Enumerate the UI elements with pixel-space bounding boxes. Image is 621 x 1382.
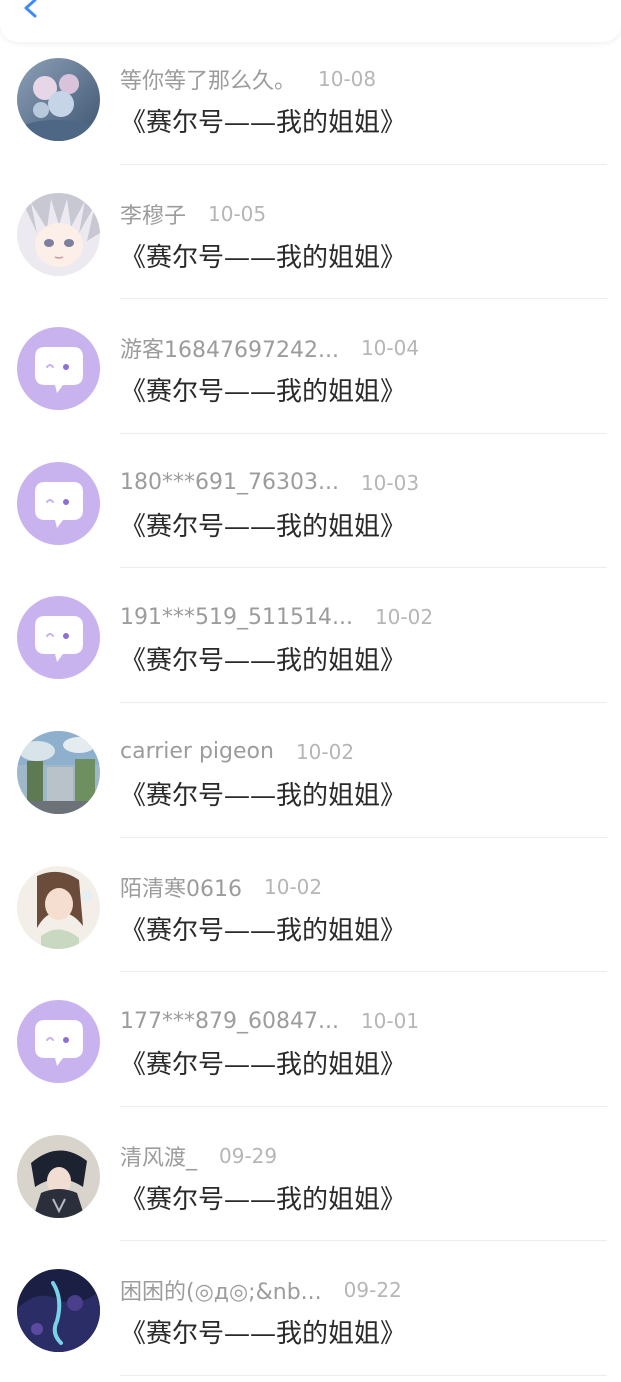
message-preview: 《赛尔号——我的姐姐》 (120, 915, 407, 946)
message-preview: 《赛尔号——我的姐姐》 (120, 377, 407, 408)
user-avatar[interactable] (17, 192, 100, 276)
sender-name: 李穆子 (120, 203, 187, 229)
message-date: 10-03 (360, 470, 420, 495)
sender-name: 177***879_60847... (120, 1008, 339, 1034)
chevron-left-icon (24, 0, 37, 18)
message-row[interactable]: 李穆子 10-05 《赛尔号——我的姐姐》 (0, 165, 621, 300)
message-row[interactable]: 177***879_60847... 10-01 《赛尔号——我的姐姐》 (0, 972, 621, 1107)
default-chat-avatar[interactable] (17, 596, 100, 680)
default-chat-avatar[interactable] (17, 461, 100, 545)
message-row[interactable]: carrier pigeon 10-02 《赛尔号——我的姐姐》 (0, 703, 621, 838)
user-avatar[interactable] (17, 865, 100, 949)
message-list: 等你等了那么久。 10-08 《赛尔号——我的姐姐》 李穆子 10-05 《赛尔… (0, 30, 621, 1376)
default-chat-avatar[interactable] (17, 1000, 100, 1084)
message-preview: 《赛尔号——我的姐姐》 (120, 646, 407, 677)
message-preview: 《赛尔号——我的姐姐》 (120, 108, 407, 138)
message-preview: 《赛尔号——我的姐姐》 (120, 780, 407, 811)
sender-name: carrier pigeon (120, 739, 274, 765)
message-date: 10-08 (318, 67, 377, 91)
message-preview: 《赛尔号——我的姐姐》 (120, 242, 407, 273)
message-row[interactable]: 困困的(◎д◎;&nb... 09-22 《赛尔号——我的姐姐》 (0, 1241, 621, 1376)
sender-name: 陌清寒0616 (120, 876, 242, 902)
user-avatar[interactable] (17, 1134, 100, 1218)
message-preview: 《赛尔号——我的姐姐》 (120, 1319, 407, 1350)
sender-name: 困困的(◎д◎;&nb... (120, 1280, 322, 1306)
message-date: 09-29 (219, 1143, 278, 1168)
message-date: 10-04 (360, 336, 420, 361)
sender-name: 游客16847697242... (120, 338, 339, 364)
sender-name: 191***519_511514... (120, 604, 353, 630)
sender-name: 180***691_76303... (120, 470, 339, 496)
message-preview: 《赛尔号——我的姐姐》 (120, 1050, 407, 1081)
message-date: 10-02 (374, 605, 434, 630)
sender-name: 清风渡_ (120, 1145, 198, 1171)
message-preview: 《赛尔号——我的姐姐》 (120, 511, 407, 542)
user-avatar[interactable] (17, 1269, 100, 1353)
message-date: 10-05 (208, 201, 267, 226)
divider (120, 1374, 607, 1376)
back-button[interactable] (16, 0, 48, 26)
message-row[interactable]: 游客16847697242... 10-04 《赛尔号——我的姐姐》 (0, 299, 621, 434)
message-date: 09-22 (343, 1278, 402, 1303)
message-row[interactable]: 等你等了那么久。 10-08 《赛尔号——我的姐姐》 (0, 30, 621, 165)
default-chat-avatar[interactable] (17, 327, 100, 411)
user-avatar[interactable] (17, 730, 100, 814)
message-row[interactable]: 清风渡_ 09-29 《赛尔号——我的姐姐》 (0, 1107, 621, 1242)
top-bar (0, 0, 621, 42)
message-date: 10-02 (264, 874, 323, 899)
message-row[interactable]: 180***691_76303... 10-03 《赛尔号——我的姐姐》 (0, 434, 621, 569)
message-row[interactable]: 陌清寒0616 10-02 《赛尔号——我的姐姐》 (0, 838, 621, 973)
user-avatar[interactable] (17, 58, 100, 141)
message-preview: 《赛尔号——我的姐姐》 (120, 1184, 407, 1215)
message-row[interactable]: 191***519_511514... 10-02 《赛尔号——我的姐姐》 (0, 568, 621, 703)
message-date: 10-02 (295, 739, 355, 764)
sender-name: 等你等了那么久。 (120, 69, 297, 94)
message-date: 10-01 (360, 1009, 420, 1034)
